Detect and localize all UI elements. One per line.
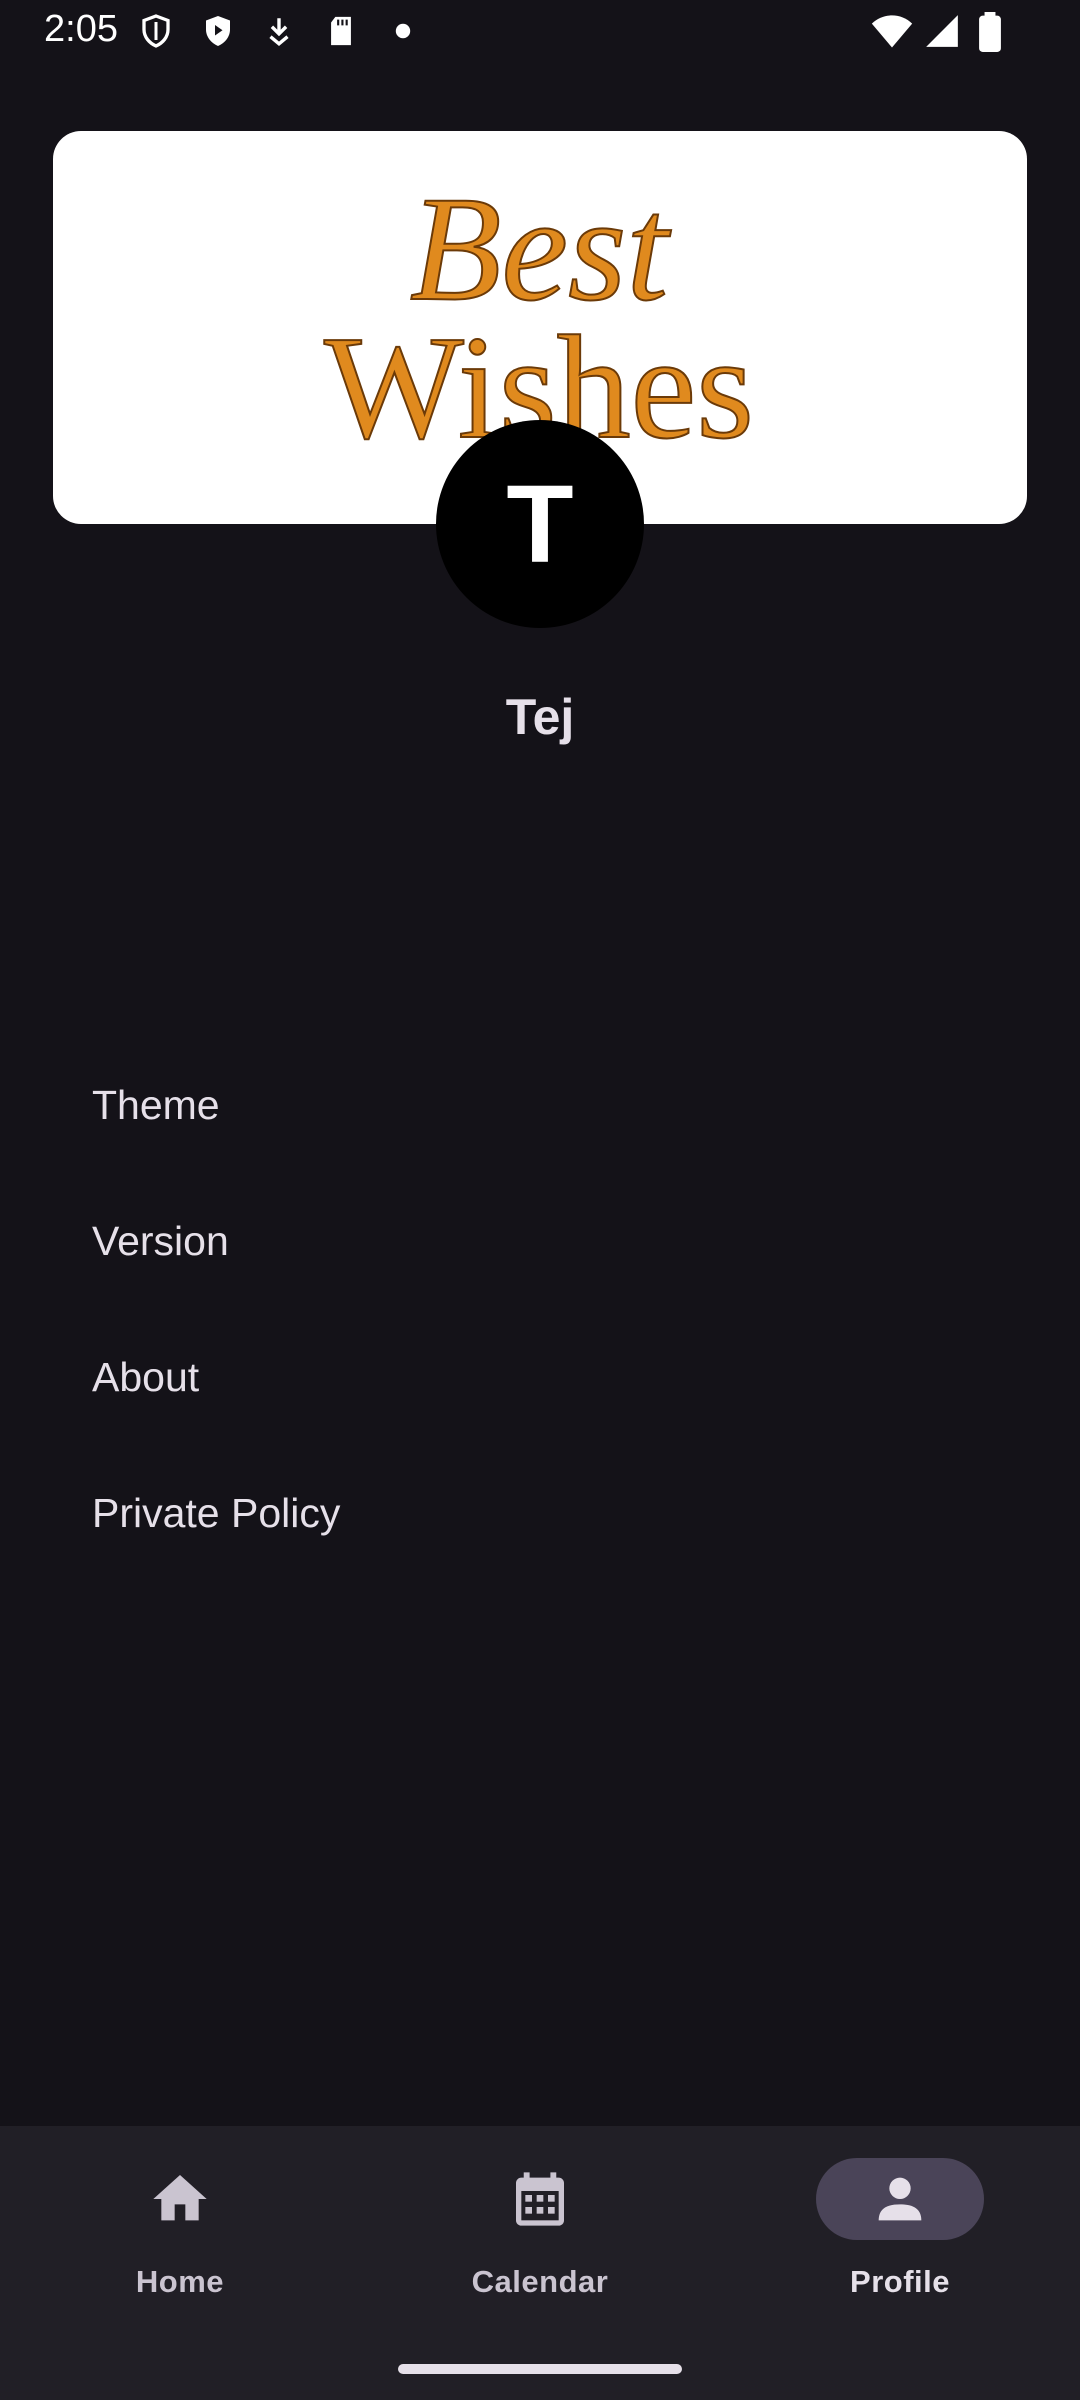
sd-card-icon: [331, 16, 351, 46]
signal-icon: [926, 15, 958, 47]
bottom-navigation: Home Calendar Profile: [0, 2126, 1080, 2400]
nav-item-calendar[interactable]: Calendar: [360, 2126, 720, 2366]
nav-item-home[interactable]: Home: [0, 2126, 360, 2366]
nav-label-profile: Profile: [850, 2264, 950, 2299]
dot-icon: [395, 23, 411, 39]
avatar-initial: T: [506, 462, 574, 586]
nav-label-home: Home: [135, 2264, 225, 2299]
shield-outline-icon: [142, 14, 170, 48]
user-name: Tej: [505, 689, 575, 745]
home-icon: [153, 2175, 207, 2221]
status-bar: 2:05: [0, 0, 1080, 62]
play-shield-icon: [206, 16, 230, 46]
menu-item-about[interactable]: About: [0, 1324, 1080, 1444]
avatar[interactable]: T: [436, 420, 644, 628]
nav-item-profile[interactable]: Profile: [720, 2126, 1080, 2366]
wifi-icon: [871, 15, 913, 48]
menu-item-version[interactable]: Version: [0, 1188, 1080, 1308]
menu-item-label: About: [92, 1354, 200, 1400]
nav-label-calendar: Calendar: [471, 2264, 609, 2299]
menu-item-private-policy[interactable]: Private Policy: [0, 1460, 1080, 1580]
menu-item-label: Private Policy: [92, 1490, 341, 1536]
menu-item-label: Theme: [92, 1082, 220, 1128]
battery-icon: [979, 12, 1001, 52]
person-icon: [878, 2177, 922, 2221]
gesture-bar[interactable]: [398, 2364, 682, 2374]
download-icon: [269, 18, 289, 46]
menu-item-theme[interactable]: Theme: [0, 1052, 1080, 1172]
menu-item-label: Version: [92, 1218, 229, 1264]
calendar-icon: [516, 2172, 564, 2226]
status-time: 2:05: [44, 8, 118, 50]
